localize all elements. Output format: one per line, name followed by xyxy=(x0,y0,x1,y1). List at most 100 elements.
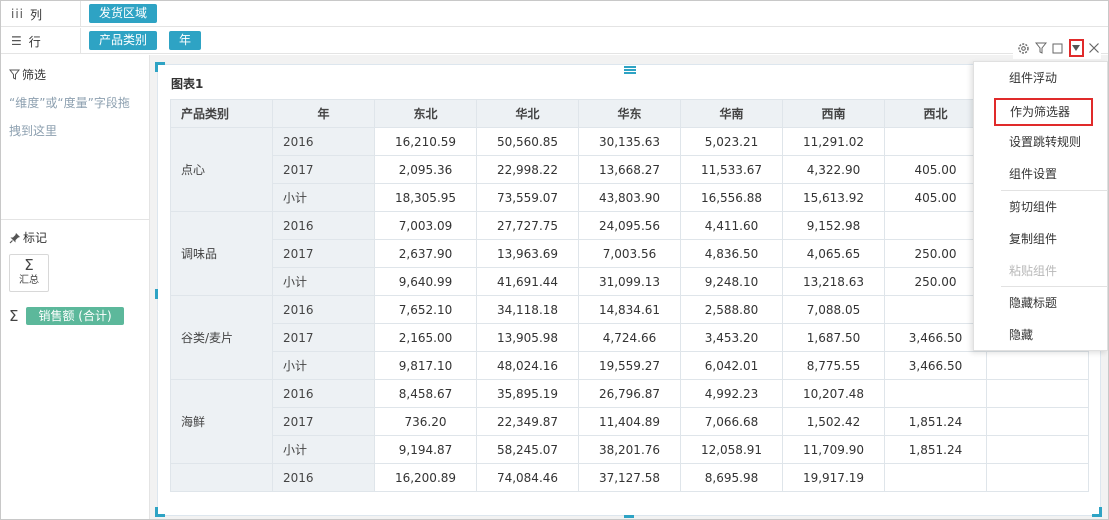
value-cell xyxy=(986,379,1089,408)
value-cell: 4,411.60 xyxy=(680,211,783,240)
value-cell: 11,404.89 xyxy=(578,407,681,436)
value-cell: 73,559.07 xyxy=(476,183,579,212)
column-header[interactable]: 华北 xyxy=(476,99,579,128)
gear-icon[interactable] xyxy=(1017,41,1030,55)
value-cell: 16,210.59 xyxy=(374,127,477,156)
context-menu: 组件浮动作为筛选器设置跳转规则 组件设置剪切组件复制组件粘贴组件隐藏标题隐藏 xyxy=(973,61,1108,351)
value-cell: 2,637.90 xyxy=(374,239,477,268)
year-cell[interactable]: 小计 xyxy=(272,183,375,212)
filter-drop-hint[interactable]: “维度”或“度量”字段拖拽到这里 xyxy=(9,89,141,145)
value-cell: 7,088.05 xyxy=(782,295,885,324)
value-cell: 11,709.90 xyxy=(782,435,885,464)
value-cell: 48,024.16 xyxy=(476,351,579,380)
resize-handle-bl[interactable] xyxy=(155,507,165,517)
year-cell[interactable]: 2017 xyxy=(272,155,375,184)
column-header[interactable]: 西北 xyxy=(884,99,987,128)
table-row: 2017 736.20 22,349.87 11,404.89 7,066.68 1,50… xyxy=(171,407,1089,436)
chart-title: 图表1 xyxy=(171,77,204,91)
menu-item[interactable]: 作为筛选器 xyxy=(994,98,1093,126)
value-cell: 19,559.27 xyxy=(578,351,681,380)
column-shelf-header: iii 列 xyxy=(11,1,81,27)
category-cell[interactable]: 海鲜 xyxy=(170,379,273,464)
column-header[interactable]: 华南 xyxy=(680,99,783,128)
menu-item[interactable]: 组件浮动 xyxy=(1009,68,1057,88)
resize-handle-br[interactable] xyxy=(1092,507,1102,517)
row-pill-year[interactable]: 年 xyxy=(169,31,202,50)
funnel-icon[interactable] xyxy=(1034,41,1047,55)
menu-item[interactable]: 设置跳转规则 xyxy=(1009,132,1081,152)
column-header[interactable]: 年 xyxy=(272,99,375,128)
year-cell[interactable]: 2016 xyxy=(272,211,375,240)
value-cell: 5,023.21 xyxy=(680,127,783,156)
dropdown-icon[interactable] xyxy=(1068,39,1084,57)
drag-grip-icon[interactable] xyxy=(624,66,636,74)
table-row: 2017 2,165.00 13,905.98 4,724.66 3,453.20 1,6… xyxy=(171,323,1089,352)
year-cell[interactable]: 小计 xyxy=(272,435,375,464)
column-pill-region[interactable]: 发货区域 xyxy=(89,4,158,23)
pin-icon xyxy=(9,232,20,243)
column-header[interactable]: 西南 xyxy=(782,99,885,128)
value-cell: 9,817.10 xyxy=(374,351,477,380)
value-cell: 4,724.66 xyxy=(578,323,681,352)
value-cell: 8,458.67 xyxy=(374,379,477,408)
menu-item[interactable]: 组件设置 xyxy=(1009,164,1057,184)
year-cell[interactable]: 小计 xyxy=(272,267,375,296)
year-cell[interactable]: 2017 xyxy=(272,407,375,436)
year-cell[interactable]: 2016 xyxy=(272,463,375,492)
value-cell: 24,095.56 xyxy=(578,211,681,240)
value-cell: 8,775.55 xyxy=(782,351,885,380)
value-cell xyxy=(884,463,987,492)
resize-handle-left[interactable] xyxy=(155,289,158,299)
value-cell: 250.00 xyxy=(884,267,987,296)
filter-section-title: 筛选 xyxy=(9,66,46,83)
menu-item: 粘贴组件 xyxy=(1009,264,1058,278)
category-cell[interactable]: 点心 xyxy=(170,127,273,212)
column-shelf: iii 列 发货区域 xyxy=(1,1,1108,27)
row-pill-category[interactable]: 产品类别 xyxy=(89,31,158,50)
measure-pill-sales[interactable]: 销售额 (合计) xyxy=(26,307,124,325)
row-shelf-label: 行 xyxy=(28,34,41,49)
table-row: 海鲜 2016 8,458.67 35,895.19 26,796.87 4,992.23… xyxy=(170,379,1089,464)
sigma-icon: Σ xyxy=(9,307,19,325)
value-cell: 26,796.87 xyxy=(578,379,681,408)
category-cell[interactable]: 调味品 xyxy=(170,211,273,296)
square-icon[interactable] xyxy=(1051,41,1064,55)
aggregate-mark-button[interactable]: Σ 汇总 xyxy=(9,254,49,292)
resize-handle-bottom[interactable] xyxy=(624,515,634,518)
year-cell[interactable]: 2017 xyxy=(272,323,375,352)
column-shelf-label: 列 xyxy=(30,7,43,22)
year-cell[interactable]: 小计 xyxy=(272,351,375,380)
column-header[interactable]: 产品类别 xyxy=(170,99,273,128)
table-row: 2016 16,200.89 74,084.46 37,127.58 8,695.98 1… xyxy=(170,463,1089,492)
value-cell: 1,502.42 xyxy=(782,407,885,436)
table-row: 点心 2016 16,210.59 50,560.85 30,135.63 5,023.2… xyxy=(170,127,1089,212)
value-cell: 2,165.00 xyxy=(374,323,477,352)
category-cell[interactable]: 谷类/麦片 xyxy=(170,295,273,380)
marks-section-title: 标记 xyxy=(9,229,47,246)
menu-item[interactable]: 复制组件 xyxy=(1009,229,1057,249)
value-cell: 405.00 xyxy=(884,183,987,212)
column-header[interactable]: 东北 xyxy=(374,99,477,128)
chart-widget[interactable]: 图表1 产品类别年东北 华北 华东 华南 西南 西北 点心 2016 16,210.59 50,… xyxy=(157,64,1101,516)
menu-item[interactable]: 隐藏 xyxy=(1009,325,1033,345)
value-cell: 41,691.44 xyxy=(476,267,579,296)
app-frame: iii 列 发货区域 ☰ 行 产品类别 年 筛选 “维度”或“度量”字段拖拽到这… xyxy=(0,0,1109,520)
year-cell[interactable]: 2016 xyxy=(272,379,375,408)
value-cell: 30,135.63 xyxy=(578,127,681,156)
table-row: 小计 9,817.10 48,024.16 19,559.27 6,042.01 8,77… xyxy=(171,351,1089,380)
year-cell[interactable]: 2017 xyxy=(272,239,375,268)
value-cell: 1,851.24 xyxy=(884,407,987,436)
close-icon[interactable] xyxy=(1088,41,1101,55)
column-header[interactable]: 华东 xyxy=(578,99,681,128)
category-cell[interactable] xyxy=(170,463,273,492)
value-cell: 13,218.63 xyxy=(782,267,885,296)
value-cell: 1,851.24 xyxy=(884,435,987,464)
value-cell: 4,065.65 xyxy=(782,239,885,268)
resize-handle-tl[interactable] xyxy=(155,62,165,72)
table-row: 2017 2,095.36 22,998.22 13,668.27 11,533.67 4… xyxy=(171,155,1089,184)
year-cell[interactable]: 2016 xyxy=(272,127,375,156)
year-cell[interactable]: 2016 xyxy=(272,295,375,324)
value-cell: 9,194.87 xyxy=(374,435,477,464)
menu-item[interactable]: 隐藏标题 xyxy=(1009,293,1057,313)
menu-item[interactable]: 剪切组件 xyxy=(1009,197,1057,217)
